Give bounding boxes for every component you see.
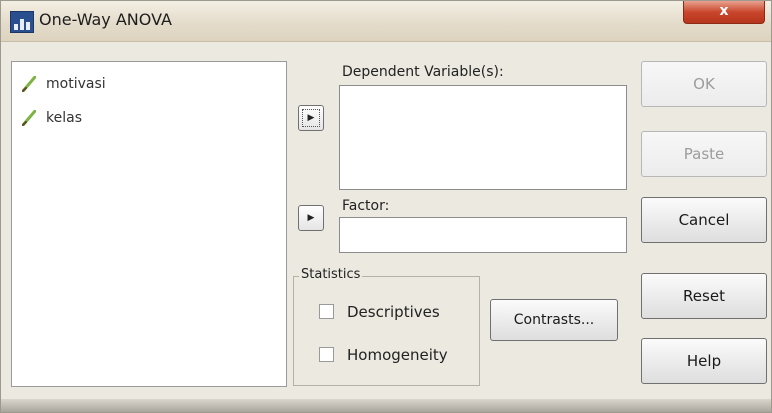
dialog-window: One-Way ANOVA x motivasi kelas Dependent… xyxy=(0,0,772,413)
scale-variable-icon xyxy=(22,110,36,126)
close-button[interactable]: x xyxy=(683,1,765,24)
help-button[interactable]: Help xyxy=(641,338,767,384)
dependent-label: Dependent Variable(s): xyxy=(342,64,504,80)
paste-button[interactable]: Paste xyxy=(641,131,767,177)
dependent-variables-box[interactable] xyxy=(339,85,627,190)
window-bottom-edge xyxy=(1,399,771,412)
descriptives-label[interactable]: Descriptives xyxy=(347,303,440,321)
homogeneity-checkbox[interactable] xyxy=(319,347,334,362)
contrasts-button[interactable]: Contrasts... xyxy=(490,299,618,341)
factor-field[interactable] xyxy=(339,217,627,253)
close-icon: x xyxy=(719,3,729,19)
factor-label: Factor: xyxy=(342,198,390,214)
arrow-right-icon: ▶ xyxy=(307,213,315,223)
scale-variable-icon xyxy=(22,76,36,92)
reset-button[interactable]: Reset xyxy=(641,273,767,319)
variable-list[interactable]: motivasi kelas xyxy=(11,61,287,387)
descriptives-checkbox[interactable] xyxy=(319,304,334,319)
title-bar[interactable]: One-Way ANOVA x xyxy=(1,1,771,42)
move-to-dependent-button[interactable]: ▶ xyxy=(298,105,324,131)
app-icon xyxy=(10,11,34,33)
window-title: One-Way ANOVA xyxy=(39,10,172,29)
statistics-legend: Statistics xyxy=(299,267,363,282)
variable-label: kelas xyxy=(46,110,82,126)
homogeneity-label[interactable]: Homogeneity xyxy=(347,346,448,364)
ok-button[interactable]: OK xyxy=(641,61,767,107)
cancel-button[interactable]: Cancel xyxy=(641,197,767,243)
arrow-right-icon: ▶ xyxy=(307,113,315,123)
move-to-factor-button[interactable]: ▶ xyxy=(298,205,324,231)
variable-label: motivasi xyxy=(46,76,106,92)
statistics-group xyxy=(293,276,480,386)
